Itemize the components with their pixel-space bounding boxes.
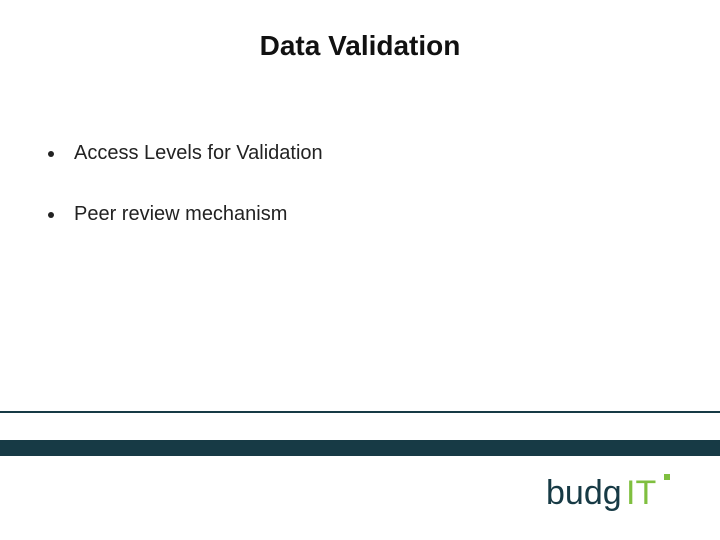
divider-thick (0, 440, 720, 456)
slide: Data Validation Access Levels for Valida… (0, 0, 720, 540)
budgit-logo-svg: budg IT (546, 470, 696, 516)
logo-text-green: IT (626, 474, 656, 512)
list-item: Access Levels for Validation (66, 142, 323, 165)
logo-text-dark: budg (546, 474, 622, 512)
slide-title: Data Validation (0, 30, 720, 62)
divider-thin (0, 411, 720, 413)
logo-dot-icon (664, 474, 670, 480)
budgit-logo: budg IT (546, 470, 696, 516)
list-item: Peer review mechanism (66, 203, 323, 226)
bullet-list: Access Levels for Validation Peer review… (46, 142, 323, 264)
